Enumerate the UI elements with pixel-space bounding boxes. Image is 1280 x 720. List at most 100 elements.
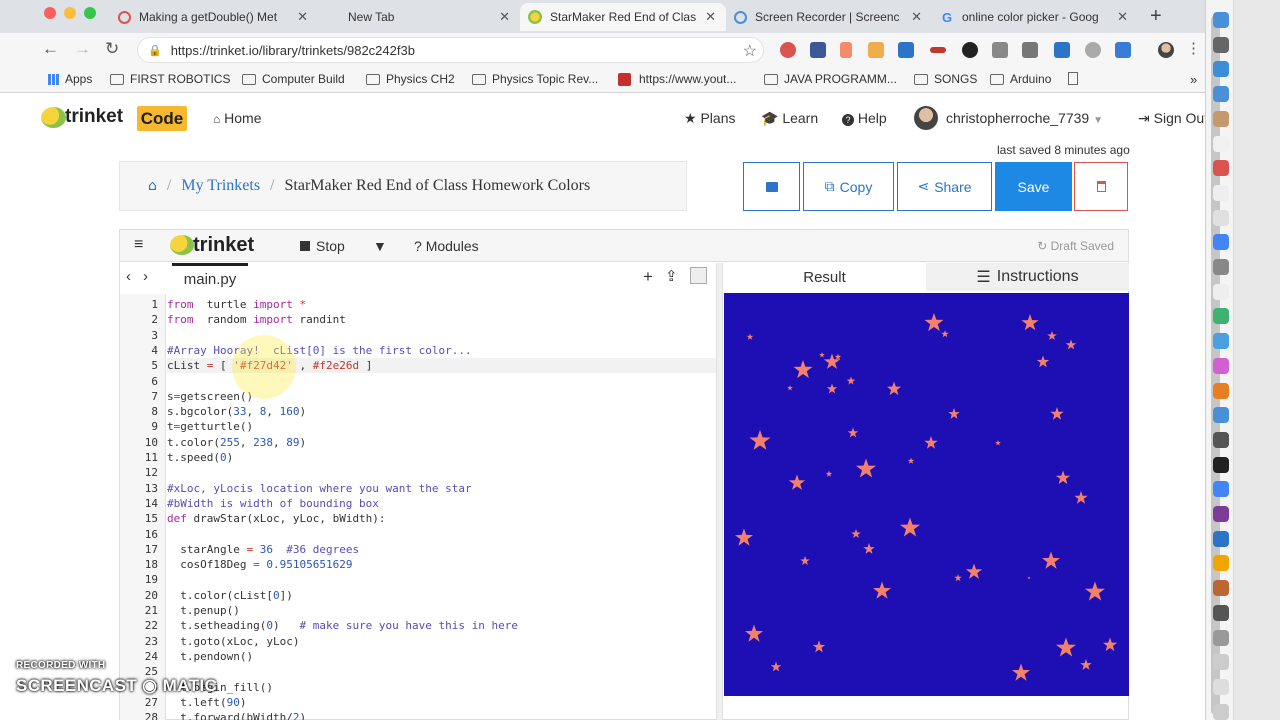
code-line[interactable]: s.bgcolor(33, 8, 160) [167, 404, 306, 419]
extension-icon[interactable] [1022, 42, 1038, 58]
code-line[interactable]: s=getscreen() [167, 389, 253, 404]
bookmark-star-icon[interactable]: ☆ [743, 41, 757, 61]
close-tab-icon[interactable]: ✕ [911, 9, 922, 25]
code-line[interactable]: t.left(90) [167, 695, 246, 710]
dock-app-icon[interactable] [1213, 209, 1229, 226]
code-line[interactable]: t.color(cList[0]) [167, 588, 293, 603]
trinket-logo-text[interactable]: trinket [65, 106, 123, 128]
dock-app-icon[interactable] [1213, 629, 1229, 646]
file-tab-main[interactable]: main.py [172, 263, 248, 293]
dock-app-icon[interactable] [1213, 259, 1229, 275]
menu-dots-icon[interactable]: ⋮ [1186, 39, 1201, 57]
dock-app-icon[interactable] [1213, 61, 1229, 78]
dock-app-icon[interactable] [1213, 86, 1229, 103]
dock-app-icon[interactable] [1213, 654, 1229, 671]
dock-app-icon[interactable] [1213, 110, 1229, 127]
dock-app-icon[interactable] [1213, 357, 1229, 374]
dock-app-icon[interactable] [1213, 382, 1229, 399]
stop-button[interactable]: Stop [300, 238, 345, 254]
image-icon[interactable] [690, 267, 707, 284]
nav-learn[interactable]: 🎓 Learn [761, 110, 818, 127]
nav-help[interactable]: ? Help [842, 110, 887, 126]
bookmark-folder[interactable]: Arduino [990, 72, 1051, 86]
extension-icon[interactable] [1085, 42, 1101, 58]
close-tab-icon[interactable]: ✕ [297, 9, 308, 25]
close-window-button[interactable] [44, 7, 56, 19]
tab-instructions[interactable]: ☰ Instructions [926, 263, 1129, 291]
code-line[interactable]: cosOf18Deg = 0.95105651629 [167, 557, 352, 572]
code-line[interactable]: t.penup() [167, 603, 240, 618]
code-line[interactable]: from turtle import * [167, 297, 306, 312]
new-tab-plus-icon[interactable]: + [1150, 5, 1162, 28]
home-icon[interactable]: ⌂ [148, 178, 157, 194]
bookmark-apps[interactable]: Apps [48, 72, 92, 86]
pane-divider[interactable] [716, 263, 723, 720]
bookmark-folder[interactable]: JAVA PROGRAMM... [764, 72, 897, 86]
code-line[interactable]: t.color(255, 238, 89) [167, 435, 306, 450]
code-line[interactable]: #Array Hooray! cList[0] is the first col… [167, 343, 472, 358]
minimize-window-button[interactable] [64, 7, 76, 19]
dock-app-icon[interactable] [1213, 135, 1229, 152]
browser-tab[interactable]: G online color picker - Goog ✕ [932, 3, 1138, 31]
hamburger-menu-icon[interactable]: ≡ [134, 236, 143, 254]
save-button[interactable]: Save [995, 162, 1072, 211]
address-bar[interactable]: 🔒 https://trinket.io/library/trinkets/98… [137, 37, 764, 63]
bookmark-folder[interactable]: FIRST ROBOTICS [110, 72, 230, 86]
code-line[interactable]: t.goto(xLoc, yLoc) [167, 634, 299, 649]
close-tab-icon[interactable]: ✕ [1117, 9, 1128, 25]
close-tab-icon[interactable]: ✕ [705, 9, 716, 25]
more-bookmarks-chevron-icon[interactable]: » [1190, 72, 1197, 87]
extension-icon[interactable] [1054, 42, 1070, 58]
browser-tab[interactable]: New Tab ✕ [318, 3, 520, 31]
dock-app-icon[interactable] [1213, 456, 1229, 473]
code-line[interactable]: starAngle = 36 #36 degrees [167, 542, 359, 557]
code-line[interactable]: t.forward(bWidth/2) [167, 710, 306, 720]
browser-tab[interactable]: Making a getDouble() Met ✕ [110, 3, 318, 31]
browser-tab-active[interactable]: StarMaker Red End of Clas ✕ [520, 3, 726, 31]
code-line[interactable]: def drawStar(xLoc, yLoc, bWidth): [167, 511, 386, 526]
trinket-logo-icon[interactable] [41, 107, 66, 128]
close-tab-icon[interactable]: ✕ [499, 9, 510, 25]
dock-app-icon[interactable] [1213, 184, 1229, 201]
modules-button[interactable]: ? Modules [414, 238, 479, 254]
dock-app-icon[interactable] [1213, 234, 1229, 251]
extension-icon[interactable] [930, 47, 946, 53]
dock-app-icon[interactable] [1213, 604, 1229, 621]
breadcrumb-my-trinkets[interactable]: My Trinkets [181, 177, 260, 195]
browser-tab[interactable]: Screen Recorder | Screenc ✕ [726, 3, 932, 31]
dock-app-icon[interactable] [1213, 407, 1229, 424]
extension-icon[interactable] [992, 42, 1008, 58]
add-file-plus-icon[interactable]: + [643, 267, 653, 287]
chevron-right-icon[interactable]: › [143, 268, 148, 285]
dock-app-icon[interactable] [1213, 160, 1229, 177]
dock-app-icon[interactable] [1213, 333, 1229, 350]
nav-home[interactable]: ⌂ Home [213, 110, 262, 126]
dock-app-icon[interactable] [1213, 431, 1229, 448]
copy-button[interactable]: ⧉ Copy [803, 162, 894, 211]
code-badge[interactable]: Code [137, 106, 187, 131]
code-line[interactable]: #xLoc, yLocis location where you want th… [167, 481, 472, 496]
bookmark-folder[interactable]: Computer Build [242, 72, 345, 86]
back-arrow-icon[interactable]: ← [42, 39, 59, 59]
chevron-left-icon[interactable]: ‹ [126, 268, 131, 285]
delete-button[interactable] [1074, 162, 1128, 211]
dock-app-icon[interactable] [1213, 530, 1229, 547]
forward-arrow-icon[interactable]: → [74, 39, 91, 59]
dock-app-icon[interactable] [1213, 12, 1229, 28]
code-line[interactable]: from random import randint [167, 312, 346, 327]
extension-icon[interactable] [840, 42, 852, 58]
code-line[interactable]: t.setheading(0) # make sure you have thi… [167, 618, 518, 633]
dock-app-icon[interactable] [1213, 506, 1229, 522]
dock-app-icon[interactable] [1213, 308, 1229, 325]
upload-icon[interactable]: ⇪ [665, 267, 678, 285]
trinket-title[interactable]: StarMaker Red End of Class Homework Colo… [285, 177, 591, 195]
code-line[interactable]: t.speed(0) [167, 450, 233, 465]
bookmark-link[interactable]: https://www.yout... [618, 72, 736, 86]
reload-icon[interactable]: ↻ [105, 39, 119, 59]
folder-button[interactable] [743, 162, 800, 211]
extension-icon[interactable] [780, 42, 796, 58]
dock-app-icon[interactable] [1213, 36, 1229, 53]
code-line[interactable]: t=getturtle() [167, 419, 253, 434]
code-line[interactable]: #bWidth is width of bounding box [167, 496, 379, 511]
extension-icon[interactable] [1115, 42, 1131, 58]
